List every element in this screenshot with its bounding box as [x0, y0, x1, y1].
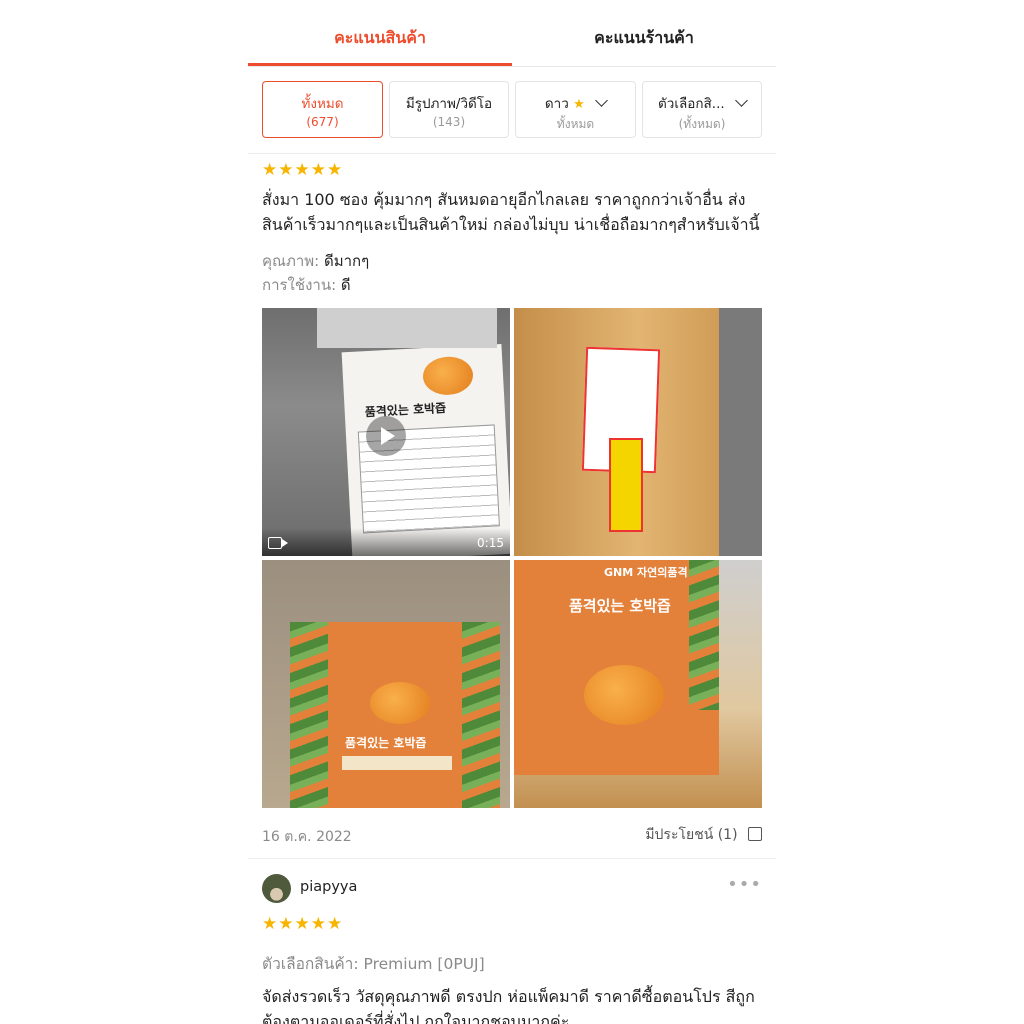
review-text-line: ต้องตามออเดอร์ที่สั่งไป ถูกใจมากชอบมากค่… — [262, 1012, 570, 1024]
filter-all[interactable]: ทั้งหมด (677) — [262, 81, 383, 138]
variation-text: ตัวเลือกสินค้า: Premium [0PUJ] — [262, 955, 485, 973]
filter-stars-label: ดาว — [544, 96, 569, 112]
review-video-thumbnail[interactable]: 품격있는 호박즙 0:15 — [262, 308, 510, 556]
leaf-pattern-image — [462, 622, 500, 808]
product-box-image: 품격있는 호박즙 — [290, 622, 500, 808]
filter-stars-main: ดาว ★ — [516, 92, 635, 114]
review-photo-shipping-box[interactable] — [514, 308, 762, 556]
star-icon: ★ — [573, 97, 585, 112]
divider — [248, 153, 776, 154]
review-date: 16 ต.ค. 2022 — [262, 829, 352, 845]
helpful-label: มีประโยชน์ (1) — [645, 827, 738, 843]
product-box-image: 품격있는 호박즙 — [341, 343, 510, 556]
divider — [248, 858, 776, 859]
quality-key: คุณภาพ: — [262, 252, 320, 270]
quality-attribute: คุณภาพ: ดีมากๆ — [262, 249, 369, 273]
filter-all-label: ทั้งหมด — [301, 96, 344, 112]
hand-image — [317, 308, 497, 348]
rating-stars: ★★★★★ — [262, 160, 344, 180]
filter-media-label: มีรูปภาพ/วิดีโอ — [405, 96, 493, 112]
chevron-down-icon — [735, 94, 748, 107]
reviewer-username[interactable]: piapyya — [300, 879, 357, 895]
review-text-line: สินค้าเร็วมากๆและเป็นสินค้าใหม่ กล่องไม่… — [262, 215, 760, 234]
more-options-icon[interactable]: ••• — [727, 874, 762, 895]
filter-variation-main: ตัวเลือกสิ... — [643, 92, 761, 114]
tab-shop-rating[interactable]: คะแนนร้านค้า — [512, 0, 776, 66]
rating-tabs: คะแนนสินค้า คะแนนร้านค้า — [248, 0, 776, 67]
play-icon[interactable] — [366, 416, 406, 456]
filter-all-count: (677) — [306, 115, 339, 129]
rating-stars: ★★★★★ — [262, 914, 344, 934]
pumpkin-image — [422, 355, 474, 397]
filter-with-media[interactable]: มีรูปภาพ/วิดีโอ (143) — [389, 81, 509, 138]
video-overlay-bar — [262, 528, 510, 556]
avatar[interactable] — [262, 874, 291, 903]
filter-variation[interactable]: ตัวเลือกสิ... (ทั้งหมด) — [642, 81, 762, 138]
tab-product-rating[interactable]: คะแนนสินค้า — [248, 0, 512, 66]
review-text-line: สั่งมา 100 ซอง คุ้มมากๆ สันหมดอายุอีกไกล… — [262, 190, 746, 209]
video-duration: 0:15 — [477, 536, 504, 550]
helpful-button[interactable]: มีประโยชน์ (1) — [645, 824, 762, 846]
usage-key: การใช้งาน: — [262, 276, 337, 294]
active-tab-indicator — [248, 63, 512, 66]
product-label-text: 품격있는 호박즙 — [345, 736, 427, 750]
filter-variation-sub: (ทั้งหมด) — [678, 117, 726, 131]
filter-stars[interactable]: ดาว ★ ทั้งหมด — [515, 81, 636, 138]
product-label-text: 품격있는 호박즙 — [569, 597, 671, 615]
tape-image — [609, 438, 643, 532]
pumpkin-image — [370, 682, 430, 724]
usage-value: ดี — [340, 276, 351, 294]
review-text-line: จัดส่งรวดเร็ว วัสดุคุณภาพดี ตรงปก ห่อแพ็… — [262, 987, 755, 1006]
chevron-down-icon — [595, 94, 608, 107]
brand-logo-text: GNM 자연의품격 — [604, 566, 688, 579]
leaf-pattern-image — [689, 560, 719, 710]
filter-variation-label: ตัวเลือกสิ... — [658, 96, 725, 112]
video-camera-icon — [268, 537, 288, 549]
product-box-image: GNM 자연의품격 품격있는 호박즙 — [514, 560, 719, 775]
review-photo-product-box[interactable]: 품격있는 호박즙 — [262, 560, 510, 808]
wall-image — [719, 308, 762, 556]
quality-value: ดีมากๆ — [323, 252, 370, 270]
usage-attribute: การใช้งาน: ดี — [262, 273, 351, 297]
subtitle-band-image — [342, 756, 452, 770]
leaf-pattern-image — [290, 622, 328, 808]
review-photo-product-front[interactable]: GNM 자연의품격 품격있는 호박즙 — [514, 560, 762, 808]
filter-media-count: (143) — [432, 115, 466, 129]
pumpkin-image — [584, 665, 664, 725]
reviews-panel: คะแนนสินค้า คะแนนร้านค้า ทั้งหมด (677) ม… — [248, 0, 776, 1024]
thumbs-up-icon — [748, 827, 762, 841]
filter-stars-sub: ทั้งหมด — [556, 117, 595, 131]
